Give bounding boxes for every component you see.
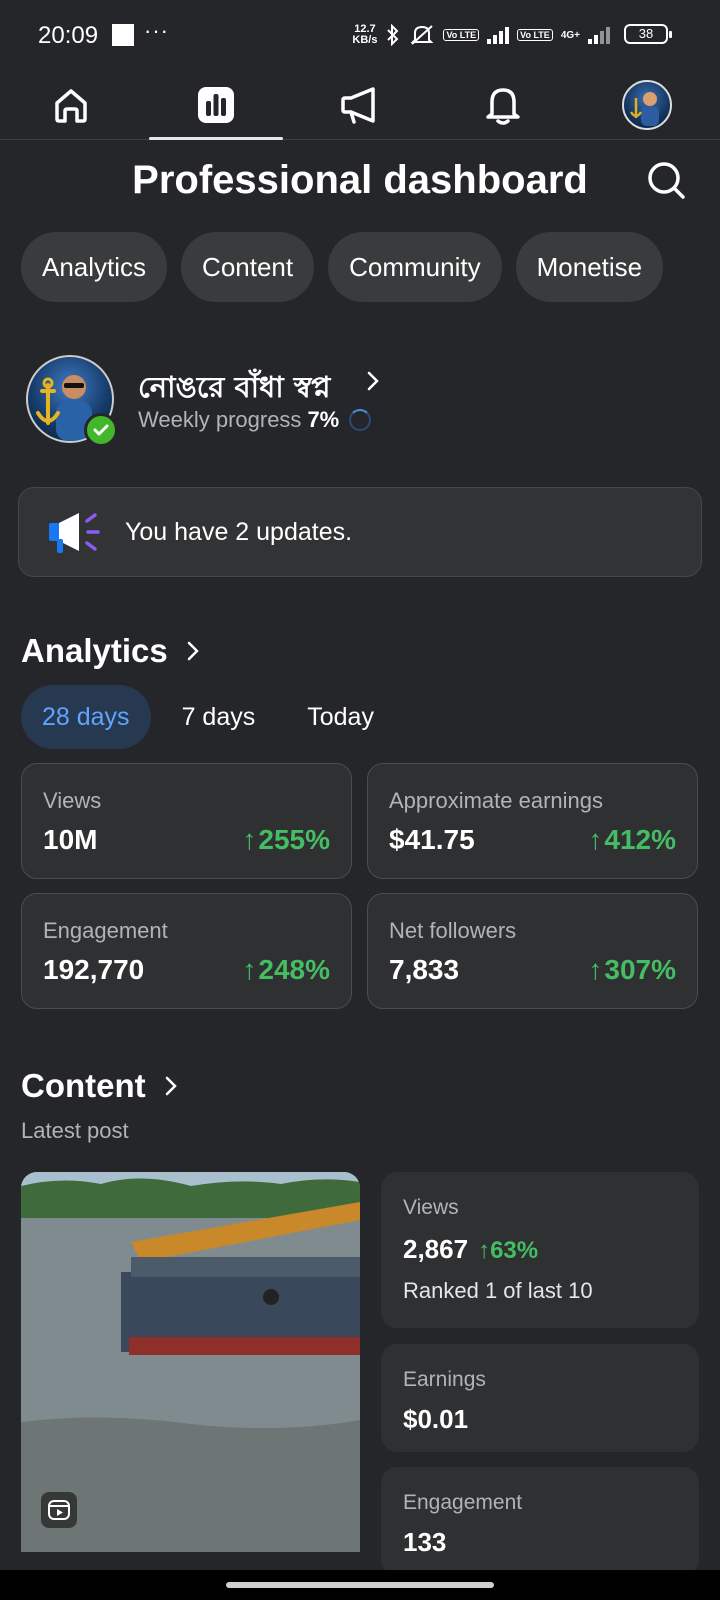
net-speed-unit: KB/s [352,34,378,46]
updates-card[interactable]: You have 2 updates. [18,487,702,577]
stat-value: 10M [43,824,98,855]
signal-2-icon [588,26,610,44]
net-speed: 12.7 KB/s [352,24,377,46]
stat-card-engagement[interactable]: Engagement 192,770 ↑ 248% [21,893,352,1009]
chip-community[interactable]: Community [328,232,502,302]
analytics-heading[interactable]: Analytics [21,632,200,670]
home-gesture-handle[interactable] [226,1582,494,1588]
signal-1-icon [487,26,510,44]
arrow-up-icon: ↑ [242,824,257,855]
post-views-card[interactable]: Views 2,867 ↑63% Ranked 1 of last 10 [381,1172,699,1328]
stat-delta: ↑ 255% [242,824,330,856]
nav-profile[interactable] [611,70,683,140]
search-button[interactable] [642,156,690,204]
stat-value: 192,770 [43,954,145,985]
stat-value: 7,833 [389,954,460,985]
stat-delta: ↑ 248% [242,954,330,986]
verified-check-icon [84,413,118,447]
range-tabs: 28 days 7 days Today [21,685,395,749]
status-bar: 20:09 ··· 12.7 KB/s Vo LTE Vo LTE 4G+ 38 [0,0,720,70]
post-earnings-label: Earnings [403,1368,486,1391]
arrow-up-icon: ↑ [242,954,257,985]
status-icons: 12.7 KB/s Vo LTE Vo LTE 4G+ [352,24,610,46]
stat-card-views[interactable]: Views 10M ↑ 255% [21,763,352,879]
range-tab-7-days[interactable]: 7 days [161,685,277,749]
content-heading[interactable]: Content [21,1067,178,1105]
nav-ads[interactable] [324,70,396,140]
post-engagement-card[interactable]: Engagement 133 [381,1467,699,1575]
post-engagement-label: Engagement [403,1491,523,1514]
chevron-right-icon [165,1076,177,1096]
network-type: 4G+ [560,29,580,41]
chip-content[interactable]: Content [181,232,315,302]
volte-2-badge: Vo LTE [517,29,553,41]
stat-label: Views [43,788,102,813]
weekly-progress: Weekly progress 7% [138,407,372,433]
range-tab-today[interactable]: Today [286,685,395,749]
post-views-delta: ↑63% [478,1237,538,1264]
dashboard-icon [198,87,234,123]
notification-square-icon [112,24,134,46]
home-icon [55,89,87,123]
mute-icon [411,25,434,45]
stat-delta-value: 307% [604,954,676,985]
post-earnings-card[interactable]: Earnings $0.01 [381,1344,699,1452]
progress-ring-icon [349,409,372,431]
megaphone-icon [341,87,375,124]
volte-1-badge: Vo LTE [443,29,480,41]
page-title: Professional dashboard [132,158,588,202]
avatar [622,80,672,130]
stat-label: Net followers [389,918,517,943]
post-rank-text: Ranked 1 of last 10 [403,1278,593,1303]
arrow-up-icon: ↑ [588,824,603,855]
stat-delta-value: 255% [258,824,330,855]
anchor-icon [629,92,659,126]
more-notifications-icon: ··· [144,18,169,43]
content-subtitle: Latest post [21,1118,129,1143]
stat-label: Approximate earnings [389,788,604,813]
gesture-bar [0,1570,720,1600]
stat-value: $41.75 [389,824,475,855]
nav-dashboard[interactable] [180,70,252,140]
arrow-up-icon: ↑ [478,1237,491,1264]
bell-icon [486,88,520,125]
latest-post-thumbnail[interactable] [21,1172,360,1552]
stat-delta: ↑ 412% [588,824,676,856]
post-views-delta-value: 63% [490,1237,539,1264]
reel-icon [41,1492,77,1528]
nav-home[interactable] [35,70,107,140]
updates-text: You have 2 updates. [125,517,353,546]
section-chips: Analytics Content Community Monetise [21,232,664,302]
post-engagement-value: 133 [403,1527,447,1557]
chip-monetise[interactable]: Monetise [515,232,664,302]
post-views-label: Views [403,1196,459,1219]
stat-label: Engagement [43,918,168,943]
post-earnings-value: $0.01 [403,1404,469,1434]
megaphone-icon [43,507,103,557]
chevron-right-icon [367,371,379,391]
weekly-progress-value: 7% [307,407,340,432]
chip-analytics[interactable]: Analytics [21,232,168,302]
status-time: 20:09 [38,22,99,49]
stat-delta: ↑ 307% [588,954,676,986]
profile-row[interactable]: নোঙরে বাঁধা স্বপ্ন Weekly progress 7% [26,355,706,447]
analytics-title: Analytics [21,632,168,669]
content-title: Content [21,1067,146,1104]
stat-card-net-followers[interactable]: Net followers 7,833 ↑ 307% [367,893,698,1009]
post-views-value: 2,867 ↑63% [403,1234,538,1265]
battery-icon: 38 [624,24,672,44]
nav-notifications[interactable] [467,70,539,140]
chevron-right-icon [187,641,199,661]
bluetooth-icon [387,24,399,46]
arrow-up-icon: ↑ [588,954,603,985]
search-icon [648,162,685,199]
weekly-progress-label: Weekly progress [138,407,302,432]
stat-delta-value: 248% [258,954,330,985]
top-nav [0,70,720,140]
stat-delta-value: 412% [604,824,676,855]
post-views-number: 2,867 [403,1234,469,1264]
stat-card-earnings[interactable]: Approximate earnings $41.75 ↑ 412% [367,763,698,879]
page-header: Professional dashboard [0,140,720,220]
range-tab-28-days[interactable]: 28 days [21,685,151,749]
